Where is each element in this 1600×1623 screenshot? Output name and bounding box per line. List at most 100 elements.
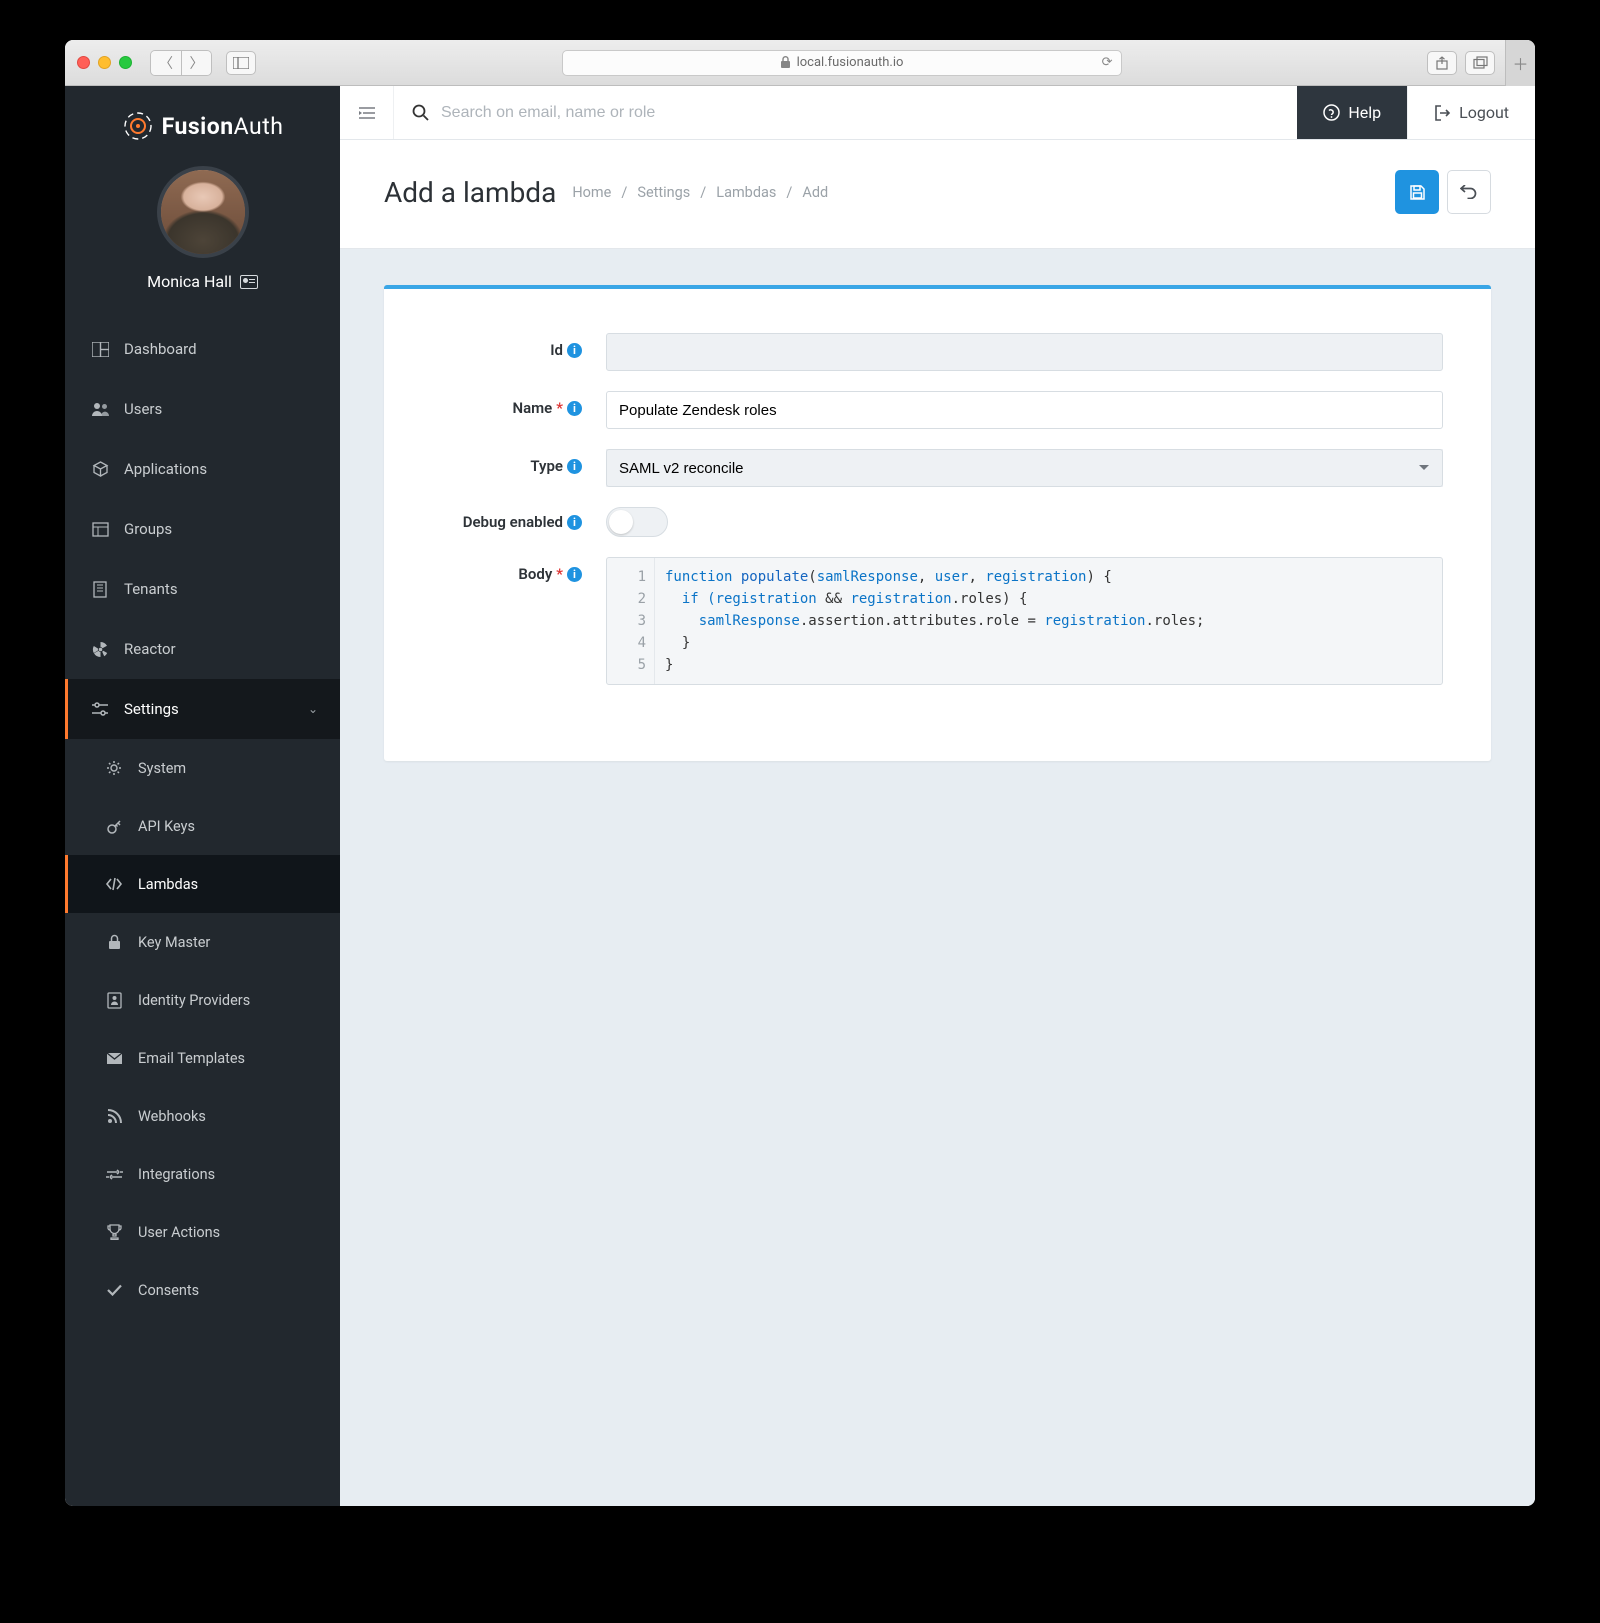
- row-type: Typei: [432, 449, 1443, 487]
- nav-buttons: 〈 〉: [150, 50, 212, 76]
- search-area: [394, 86, 1297, 139]
- groups-icon: [90, 522, 110, 537]
- avatar[interactable]: [157, 166, 249, 258]
- nav-label: Tenants: [124, 580, 178, 598]
- info-icon[interactable]: i: [567, 515, 582, 530]
- crumb-lambdas[interactable]: Lambdas: [716, 184, 776, 201]
- crumb-add: Add: [802, 184, 828, 201]
- browser-window: 〈 〉 local.fusionauth.io ⟳ ＋: [65, 40, 1535, 1506]
- identity-icon: [104, 992, 124, 1009]
- nav-settings[interactable]: Settings⌄: [65, 679, 340, 739]
- nav-identity-providers[interactable]: Identity Providers: [65, 971, 340, 1029]
- new-tab-button[interactable]: ＋: [1505, 40, 1535, 86]
- save-button[interactable]: [1395, 170, 1439, 214]
- brand-logo: FusionAuth: [65, 86, 340, 160]
- lock-icon: [780, 56, 791, 69]
- nav-consents[interactable]: Consents: [65, 1261, 340, 1319]
- nav-system[interactable]: System: [65, 739, 340, 797]
- topbar: Help Logout: [340, 86, 1535, 140]
- url-bar[interactable]: local.fusionauth.io ⟳: [562, 50, 1122, 76]
- nav-email-templates[interactable]: Email Templates: [65, 1029, 340, 1087]
- profile-name: Monica Hall: [147, 272, 232, 291]
- collapse-sidebar-button[interactable]: [340, 86, 394, 139]
- form-card: Idi Name*i Typei: [384, 285, 1491, 761]
- type-value: [606, 449, 1443, 487]
- label-type: Typei: [432, 449, 582, 475]
- content: Idi Name*i Typei: [340, 249, 1535, 797]
- nav-groups[interactable]: Groups: [65, 499, 340, 559]
- forward-button[interactable]: 〉: [181, 51, 211, 75]
- logout-button[interactable]: Logout: [1407, 86, 1535, 139]
- back-action-button[interactable]: [1447, 170, 1491, 214]
- brand-part1: Fusion: [162, 113, 234, 140]
- logout-icon: [1434, 105, 1451, 121]
- code-editor[interactable]: 12345 function populate(samlResponse, us…: [606, 557, 1443, 685]
- tabs-button[interactable]: [1465, 51, 1495, 75]
- search-input[interactable]: [441, 104, 1279, 122]
- gear-icon: [104, 760, 124, 776]
- nav-key-master[interactable]: Key Master: [65, 913, 340, 971]
- share-button[interactable]: [1427, 51, 1457, 75]
- logo-icon: [122, 110, 154, 142]
- info-icon[interactable]: i: [567, 401, 582, 416]
- nav-label: Consents: [138, 1282, 199, 1299]
- url-text: local.fusionauth.io: [797, 55, 904, 70]
- maximize-window-icon[interactable]: [119, 56, 132, 69]
- nav-dashboard[interactable]: Dashboard: [65, 319, 340, 379]
- logout-label: Logout: [1459, 103, 1509, 122]
- nav-tenants[interactable]: Tenants: [65, 559, 340, 619]
- breadcrumb: Home/ Settings/ Lambdas/ Add: [572, 184, 828, 201]
- id-card-icon[interactable]: [240, 275, 258, 289]
- crumb-settings[interactable]: Settings: [637, 184, 690, 201]
- rss-icon: [104, 1109, 124, 1124]
- nav-label: Reactor: [124, 640, 176, 658]
- info-icon[interactable]: i: [567, 343, 582, 358]
- name-field[interactable]: [606, 391, 1443, 429]
- sidebar-toggle-button[interactable]: [226, 51, 256, 75]
- close-window-icon[interactable]: [77, 56, 90, 69]
- crumb-home[interactable]: Home: [572, 184, 611, 201]
- help-button[interactable]: Help: [1297, 86, 1407, 139]
- tenants-icon: [90, 581, 110, 598]
- reload-icon[interactable]: ⟳: [1102, 55, 1113, 70]
- debug-toggle[interactable]: [606, 507, 668, 537]
- nav-integrations[interactable]: Integrations: [65, 1145, 340, 1203]
- nav-label: Webhooks: [138, 1108, 206, 1125]
- nav-label: System: [138, 760, 186, 777]
- nav-label: Groups: [124, 520, 172, 538]
- nav-webhooks[interactable]: Webhooks: [65, 1087, 340, 1145]
- page-title: Add a lambda: [384, 176, 556, 209]
- save-icon: [1409, 184, 1426, 201]
- reactor-icon: [90, 641, 110, 658]
- label-debug: Debug enabledi: [432, 513, 582, 531]
- nav-label: API Keys: [138, 818, 195, 835]
- nav-label: Identity Providers: [138, 992, 250, 1009]
- nav-label: Settings: [124, 700, 179, 718]
- info-icon[interactable]: i: [567, 459, 582, 474]
- settings-icon: [90, 702, 110, 716]
- nav-user-actions[interactable]: User Actions: [65, 1203, 340, 1261]
- page-header: Add a lambda Home/ Settings/ Lambdas/ Ad…: [340, 140, 1535, 249]
- nav-label: Integrations: [138, 1166, 215, 1183]
- nav-label: Users: [124, 400, 162, 418]
- help-label: Help: [1348, 103, 1381, 122]
- integrations-icon: [104, 1168, 124, 1181]
- minimize-window-icon[interactable]: [98, 56, 111, 69]
- nav-api-keys[interactable]: API Keys: [65, 797, 340, 855]
- type-select[interactable]: [606, 449, 1443, 487]
- code-body[interactable]: function populate(samlResponse, user, re…: [655, 558, 1214, 684]
- nav-lambdas[interactable]: Lambdas: [65, 855, 340, 913]
- nav-label: Email Templates: [138, 1050, 245, 1067]
- nav-applications[interactable]: Applications: [65, 439, 340, 499]
- trophy-icon: [104, 1224, 124, 1240]
- id-field[interactable]: [606, 333, 1443, 371]
- nav-reactor[interactable]: Reactor: [65, 619, 340, 679]
- back-button[interactable]: 〈: [151, 51, 181, 75]
- nav-users[interactable]: Users: [65, 379, 340, 439]
- info-icon[interactable]: i: [567, 567, 582, 582]
- row-name: Name*i: [432, 391, 1443, 429]
- dashboard-icon: [90, 342, 110, 357]
- nav-label: Dashboard: [124, 340, 197, 358]
- applications-icon: [90, 461, 110, 478]
- key-icon: [104, 818, 124, 835]
